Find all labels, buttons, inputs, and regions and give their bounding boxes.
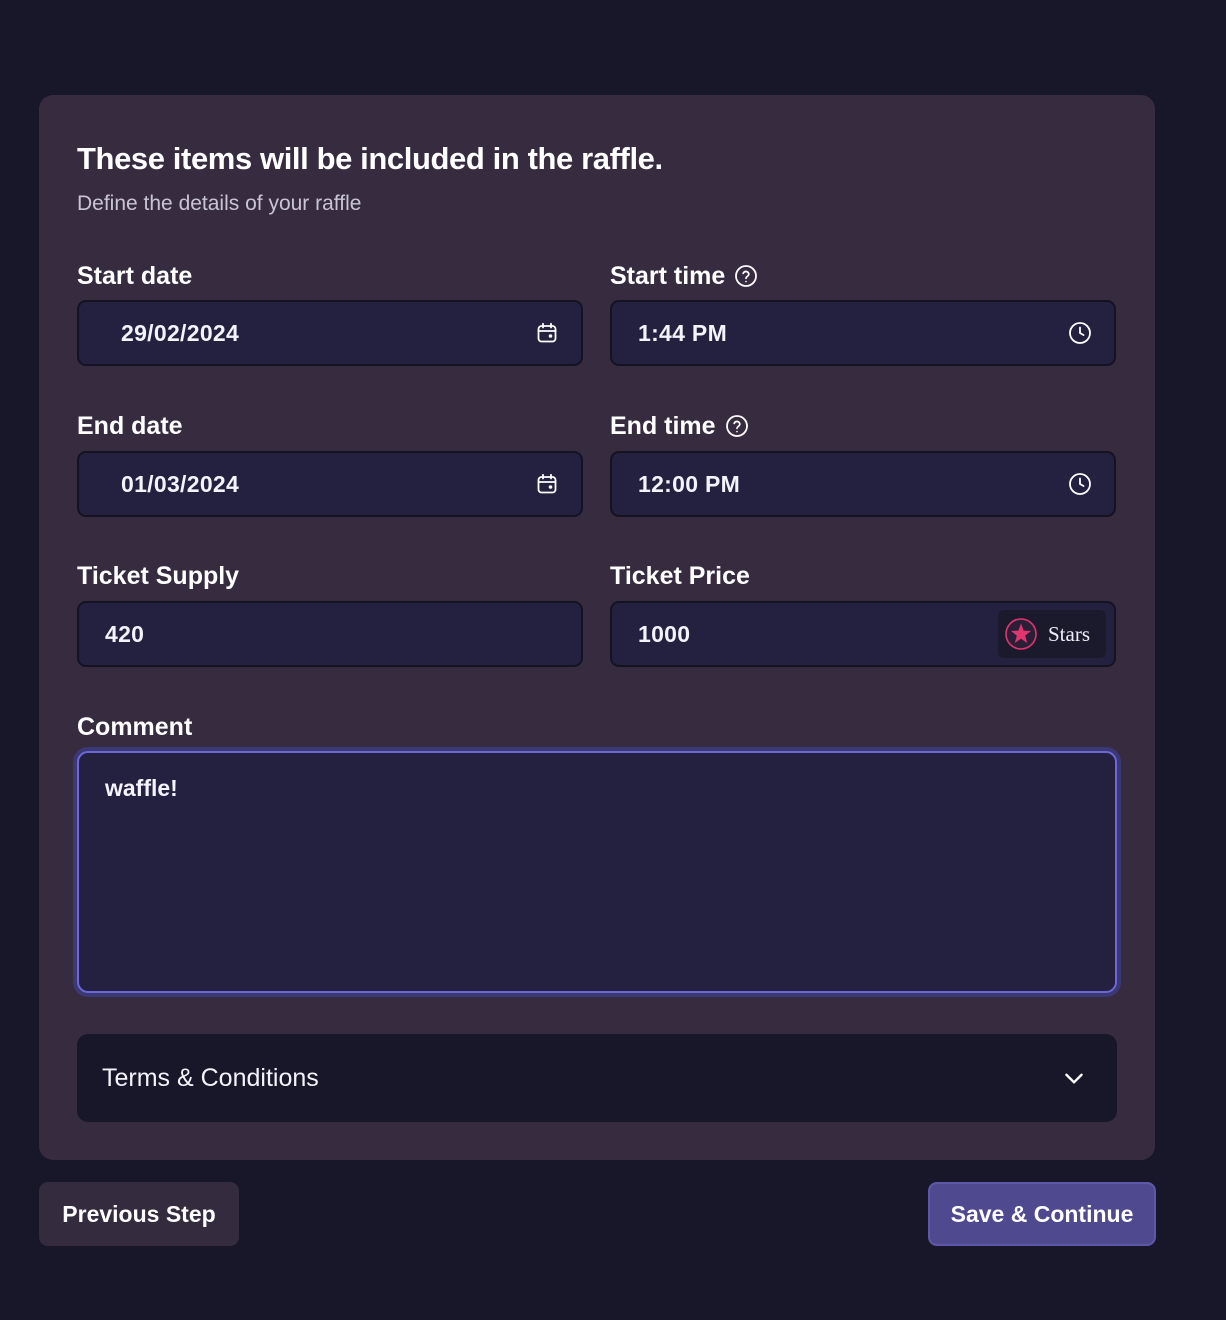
ticket-price-label: Ticket Price [610, 560, 750, 592]
end-time-label: End time [610, 410, 749, 442]
end-time-label-text: End time [610, 412, 716, 440]
comment-label-text: Comment [77, 713, 193, 741]
terms-label: Terms & Conditions [102, 1063, 319, 1092]
ticket-supply-value: 420 [105, 620, 145, 647]
ticket-supply-input[interactable]: 420 [77, 601, 583, 667]
calendar-icon[interactable] [535, 321, 559, 345]
clock-icon[interactable] [1068, 472, 1092, 496]
comment-value: waffle! [105, 775, 178, 801]
ticket-supply-label: Ticket Supply [77, 560, 239, 592]
start-date-label: Start date [77, 260, 192, 292]
raffle-details-card: These items will be included in the raff… [39, 95, 1155, 1160]
start-time-field[interactable]: 1:44 PM [610, 300, 1116, 366]
calendar-icon[interactable] [535, 472, 559, 496]
save-continue-button[interactable]: Save & Continue [928, 1182, 1156, 1246]
ticket-price-input[interactable]: 1000 Stars [610, 601, 1116, 667]
start-time-label-text: Start time [610, 262, 726, 290]
start-time-value: 1:44 PM [638, 319, 728, 346]
start-date-label-text: Start date [77, 262, 193, 290]
question-circle-icon[interactable] [725, 414, 749, 438]
currency-selector[interactable]: Stars [998, 610, 1106, 658]
comment-textarea[interactable]: waffle! [77, 751, 1117, 993]
clock-icon[interactable] [1068, 321, 1092, 345]
ticket-supply-label-text: Ticket Supply [77, 562, 240, 590]
start-date-field[interactable]: 29/02/2024 [77, 300, 583, 366]
previous-step-button[interactable]: Previous Step [39, 1182, 239, 1246]
ticket-price-value: 1000 [638, 620, 691, 647]
end-date-label: End date [77, 410, 183, 442]
end-date-label-text: End date [77, 412, 183, 440]
card-subtitle: Define the details of your raffle [77, 192, 362, 215]
chevron-down-icon[interactable] [1061, 1065, 1087, 1091]
star-icon [1004, 617, 1038, 651]
comment-label: Comment [77, 711, 192, 743]
terms-accordion[interactable]: Terms & Conditions [77, 1034, 1117, 1122]
ticket-price-label-text: Ticket Price [610, 562, 750, 590]
end-date-field[interactable]: 01/03/2024 [77, 451, 583, 517]
end-time-value: 12:00 PM [638, 470, 741, 497]
start-time-label: Start time [610, 260, 758, 292]
card-title: These items will be included in the raff… [77, 141, 663, 176]
end-date-value: 01/03/2024 [121, 470, 240, 497]
start-date-value: 29/02/2024 [121, 319, 240, 346]
question-circle-icon[interactable] [734, 264, 758, 288]
currency-label: Stars [1048, 621, 1090, 646]
end-time-field[interactable]: 12:00 PM [610, 451, 1116, 517]
